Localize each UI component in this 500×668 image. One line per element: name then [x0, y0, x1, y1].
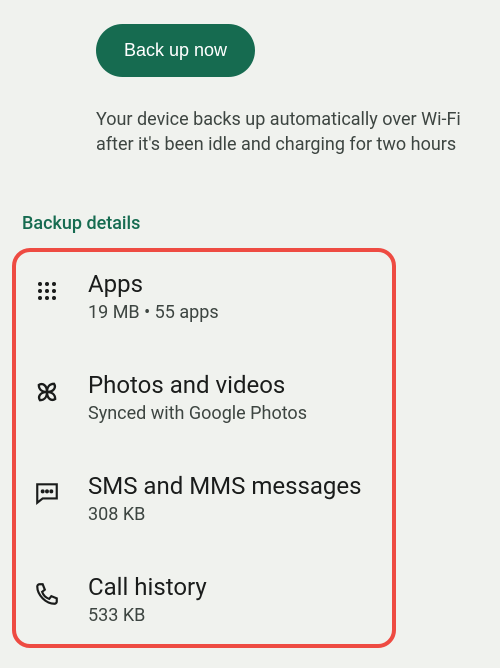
phone-icon — [32, 579, 62, 609]
backup-item-title: Call history — [88, 573, 382, 601]
backup-item-sms[interactable]: SMS and MMS messages 308 KB — [32, 472, 382, 525]
backup-item-title: Photos and videos — [88, 371, 382, 399]
backup-details-header: Backup details — [22, 213, 480, 234]
backup-item-photos[interactable]: Photos and videos Synced with Google Pho… — [32, 371, 382, 424]
backup-item-title: SMS and MMS messages — [88, 472, 382, 500]
backup-item-apps[interactable]: Apps 19 MB • 55 apps — [32, 270, 382, 323]
message-icon — [32, 478, 62, 508]
backup-item-subtitle: 308 KB — [88, 504, 382, 525]
pinwheel-icon — [32, 377, 62, 407]
apps-icon — [32, 276, 62, 306]
backup-details-highlight: Apps 19 MB • 55 apps Photos and videos S… — [12, 248, 396, 648]
backup-item-call-history[interactable]: Call history 533 KB — [32, 573, 382, 626]
backup-item-subtitle: Synced with Google Photos — [88, 403, 382, 424]
backup-item-title: Apps — [88, 270, 382, 298]
backup-info-text: Your device backs up automatically over … — [96, 107, 470, 157]
backup-now-button[interactable]: Back up now — [96, 24, 255, 77]
backup-item-subtitle: 19 MB • 55 apps — [88, 302, 382, 323]
backup-item-subtitle: 533 KB — [88, 605, 382, 626]
